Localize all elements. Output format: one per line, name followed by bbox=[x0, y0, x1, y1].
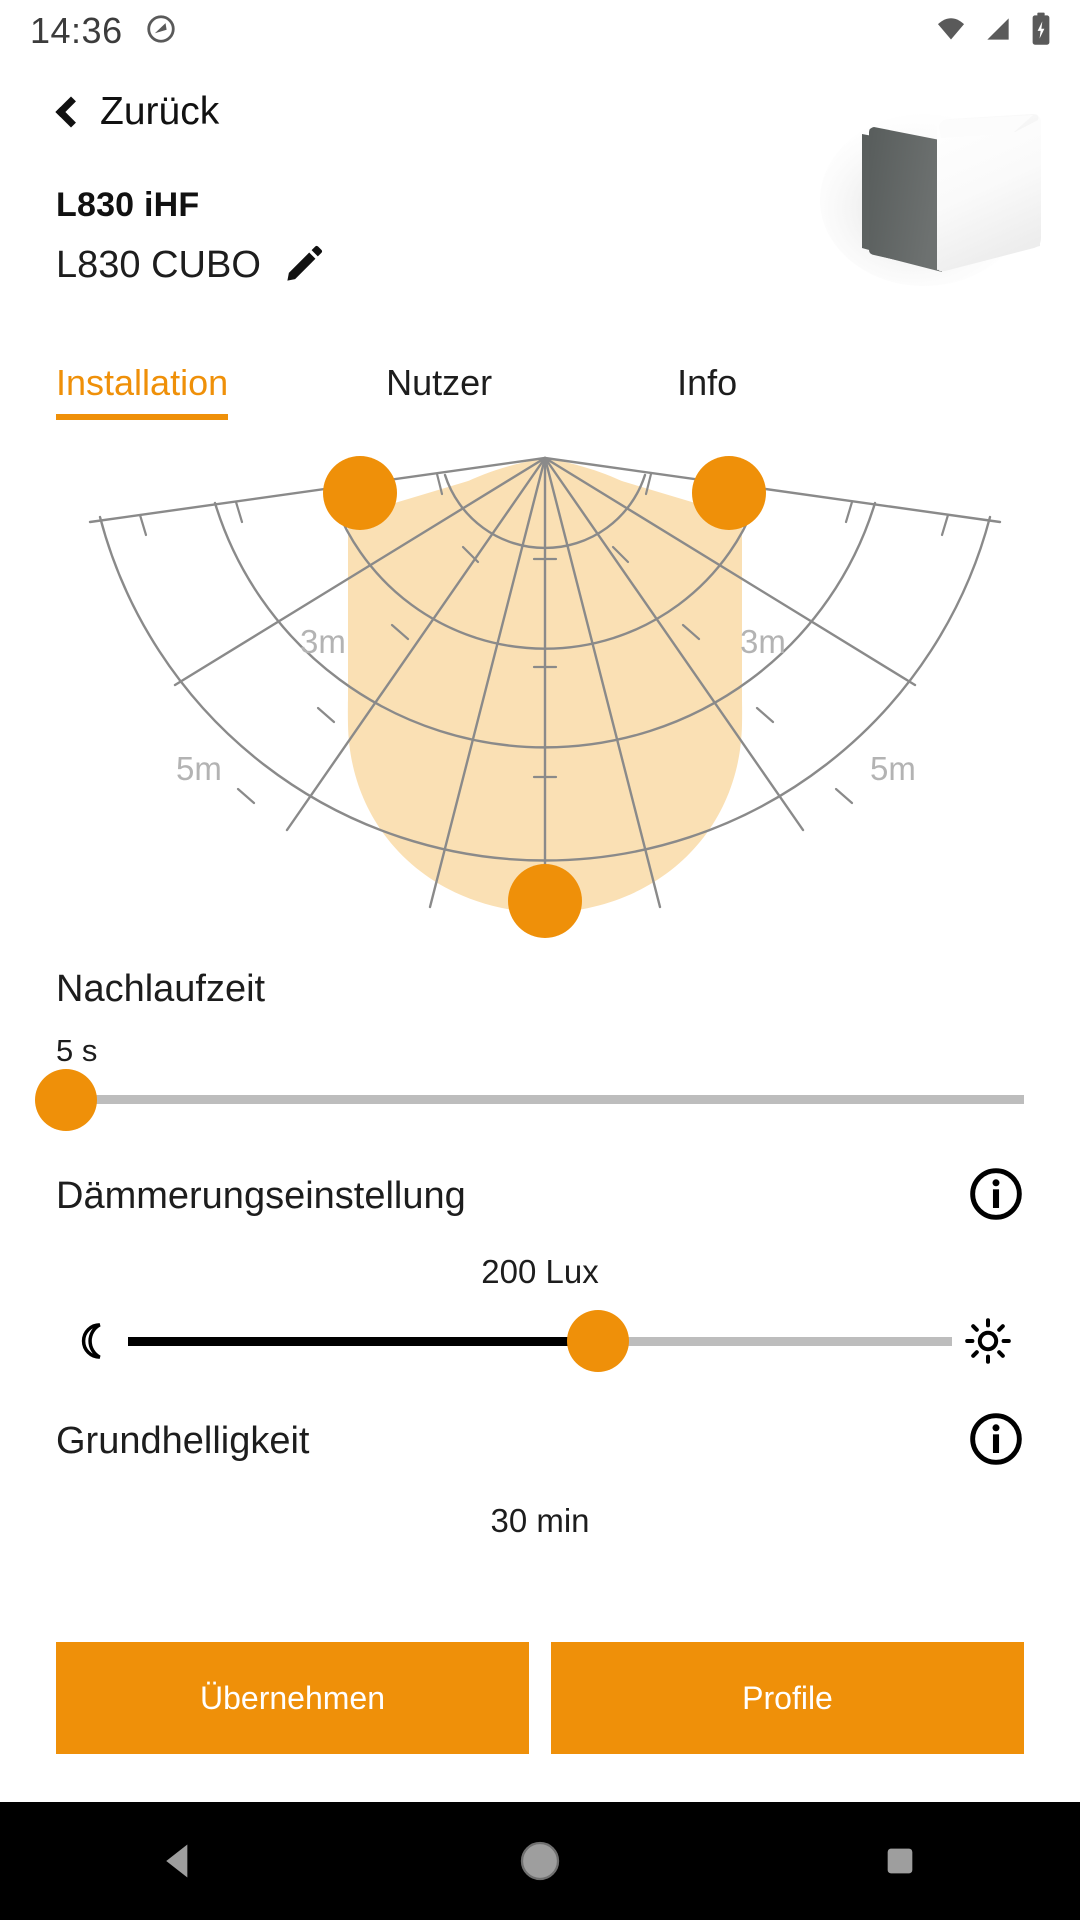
product-image bbox=[812, 88, 1052, 293]
status-bar-time: 14:36 bbox=[30, 10, 123, 51]
apply-button[interactable]: Übernehmen bbox=[56, 1642, 529, 1754]
runtime-slider-track[interactable] bbox=[35, 1068, 1024, 1131]
nav-recents-square-icon[interactable] bbox=[830, 1841, 970, 1881]
twilight-value: 200 Lux bbox=[481, 1253, 599, 1290]
moon-icon bbox=[56, 1319, 128, 1363]
runtime-value: 5 s bbox=[56, 1033, 98, 1068]
runtime-slider-thumb[interactable] bbox=[35, 1068, 97, 1131]
status-bar: 14:36 bbox=[0, 0, 1080, 62]
tab-info-label: Info bbox=[677, 362, 738, 403]
tab-installation-label: Installation bbox=[56, 362, 229, 403]
android-navigation-bar bbox=[0, 1802, 1080, 1920]
radius-label-3m-right: 3m bbox=[740, 623, 786, 660]
twilight-slider-track[interactable] bbox=[128, 1310, 952, 1372]
tab-info[interactable]: Info bbox=[677, 362, 737, 420]
bottom-spacer bbox=[0, 1756, 1080, 1802]
nav-back-triangle-icon[interactable] bbox=[110, 1839, 250, 1883]
battery-charging-icon bbox=[1028, 12, 1054, 51]
base-brightness-section: Grundhelligkeit 30 min bbox=[0, 1411, 1080, 1540]
action-button-row: Übernehmen Profile bbox=[56, 1642, 1024, 1754]
runtime-title: Nachlaufzeit bbox=[56, 968, 266, 1010]
pencil-icon[interactable] bbox=[283, 241, 327, 290]
runtime-slider[interactable] bbox=[35, 1068, 1024, 1131]
bottom-range-handle bbox=[508, 864, 582, 938]
tab-bar: Installation Nutzer Info bbox=[0, 362, 1080, 420]
info-icon[interactable] bbox=[968, 1166, 1024, 1227]
twilight-title: Dämmerungseinstellung bbox=[56, 1175, 466, 1217]
base-brightness-value: 30 min bbox=[490, 1502, 590, 1539]
tab-nutzer[interactable]: Nutzer bbox=[386, 362, 492, 420]
twilight-slider[interactable] bbox=[56, 1310, 1024, 1372]
profile-button[interactable]: Profile bbox=[551, 1642, 1024, 1754]
radius-label-5m-left: 5m bbox=[176, 750, 222, 787]
cellular-signal-icon bbox=[982, 13, 1014, 50]
tab-installation[interactable]: Installation bbox=[56, 362, 229, 420]
device-name: L830 CUBO bbox=[56, 244, 261, 286]
wifi-icon bbox=[934, 12, 968, 51]
info-icon[interactable] bbox=[968, 1411, 1024, 1472]
sun-icon bbox=[952, 1317, 1024, 1365]
twilight-slider-thumb[interactable] bbox=[566, 1310, 629, 1372]
status-bar-left-icons bbox=[145, 13, 177, 50]
dnd-icon bbox=[145, 13, 177, 50]
status-bar-right-icons bbox=[934, 12, 1054, 51]
twilight-slider-filled bbox=[128, 1336, 598, 1346]
radius-label-5m-right: 5m bbox=[870, 750, 916, 787]
right-range-handle bbox=[692, 456, 766, 530]
left-range-handle bbox=[323, 456, 397, 530]
nav-home-circle-icon[interactable] bbox=[470, 1838, 610, 1884]
page-header: Zurück L830 iHF L830 CUBO bbox=[0, 90, 1080, 290]
base-brightness-title: Grundhelligkeit bbox=[56, 1420, 310, 1462]
back-button-label: Zurück bbox=[100, 90, 220, 133]
chevron-left-icon bbox=[55, 96, 87, 128]
radius-label-3m-left: 3m bbox=[300, 623, 346, 660]
detection-zone-chart[interactable]: 3m 3m 5m 5m bbox=[0, 430, 1080, 950]
twilight-section: Dämmerungseinstellung 200 Lux bbox=[0, 1166, 1080, 1372]
runtime-section: Nachlaufzeit 5 s bbox=[0, 968, 1080, 1131]
tab-nutzer-label: Nutzer bbox=[386, 362, 493, 403]
